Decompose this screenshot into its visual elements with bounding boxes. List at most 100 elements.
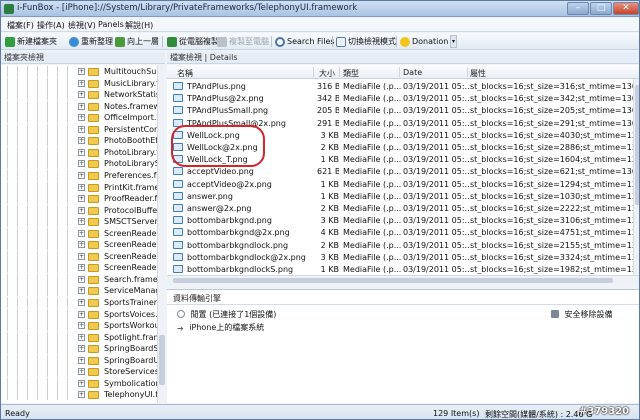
file-list-hscrollbar[interactable] <box>167 275 639 285</box>
file-row[interactable]: TPAndPlusSmall.png 205 B MediaFile (.p... 0… <box>167 104 633 116</box>
expand-icon[interactable]: + <box>78 287 85 295</box>
tree-item[interactable]: + OfficeImport.fr <box>1 112 164 124</box>
tree-item[interactable]: + PhotoBoothEff <box>1 135 164 147</box>
tree-item[interactable]: + PhotoLibrary.fr <box>1 146 164 158</box>
tree-item[interactable]: + SpringBoardSe <box>1 343 164 355</box>
safe-remove-button[interactable]: 安全移除設備 <box>551 309 613 320</box>
switch-view-button[interactable]: 切換檢視模式 <box>336 35 396 48</box>
column-attributes[interactable]: 屬性 <box>470 68 486 79</box>
expand-icon[interactable]: + <box>78 148 85 156</box>
expand-icon[interactable]: + <box>78 125 85 133</box>
expand-icon[interactable]: + <box>78 218 85 226</box>
tree-item[interactable]: + SportsTrainer.fr <box>1 297 164 308</box>
copy-to-pc-button[interactable]: 複製至電腦 <box>217 35 269 48</box>
folder-tree-scrollbar[interactable] <box>157 65 165 403</box>
tree-item[interactable]: + SportsVoices.fr <box>1 308 164 320</box>
tree-item[interactable]: + ProofReader.fr <box>1 193 164 205</box>
expand-icon[interactable]: + <box>78 171 85 179</box>
expand-icon[interactable]: + <box>78 252 85 260</box>
tree-item[interactable]: + ScreenReaderC <box>1 262 164 274</box>
expand-icon[interactable]: + <box>78 275 85 283</box>
tree-item[interactable]: + SMSCTServer.fr <box>1 216 164 228</box>
expand-icon[interactable]: + <box>78 310 85 318</box>
scrollbar-thumb[interactable] <box>159 335 165 385</box>
expand-icon[interactable]: + <box>78 79 85 87</box>
expand-icon[interactable]: + <box>78 391 85 399</box>
tree-item[interactable]: + Symbolication.f <box>1 377 164 389</box>
tree-item[interactable]: + PrintKit.framew <box>1 181 164 193</box>
expand-icon[interactable]: + <box>78 379 85 387</box>
expand-icon[interactable]: + <box>78 356 85 364</box>
expand-icon[interactable]: + <box>78 345 85 353</box>
expand-icon[interactable]: + <box>78 160 85 168</box>
tree-item[interactable]: + MultitouchSup <box>1 66 164 77</box>
expand-icon[interactable]: + <box>78 333 85 341</box>
expand-icon[interactable]: + <box>78 368 85 376</box>
menu-panels[interactable]: Panels <box>98 20 124 29</box>
device-filesystem-item[interactable]: ➔ iPhone上的檔案系統 <box>177 322 264 333</box>
expand-icon[interactable]: + <box>78 91 85 99</box>
tree-item[interactable]: + PersistentConn <box>1 123 164 135</box>
toolbar-overflow-chevron-icon[interactable]: ▾ <box>450 35 457 48</box>
tree-item[interactable]: + ProtocolBuffer. <box>1 204 164 216</box>
tree-item[interactable]: + Search.framew <box>1 273 164 285</box>
tree-item[interactable]: + TelephonyUI.fr <box>1 389 164 401</box>
file-row[interactable]: answer@2x.png 2 KB MediaFile (.p... 03/19/2… <box>167 202 633 214</box>
file-row[interactable]: acceptVideo.png 621 B MediaFile (.p... 03/1… <box>167 165 633 177</box>
tree-item[interactable]: + SportsWorkout <box>1 320 164 332</box>
minimize-button[interactable]: – <box>567 2 589 15</box>
tree-item[interactable]: + StoreServices.f <box>1 366 164 378</box>
column-size[interactable]: 大小 <box>319 68 335 79</box>
up-level-button[interactable]: 向上一層 <box>115 35 159 48</box>
expand-icon[interactable]: + <box>78 102 85 110</box>
new-folder-button[interactable]: 新建檔案夾 <box>5 35 57 48</box>
donation-button[interactable]: Donation <box>400 35 448 48</box>
menu-help[interactable]: 解說(H) <box>125 20 153 31</box>
refresh-button[interactable]: 重新整理 <box>69 35 113 48</box>
file-row[interactable]: answer.png 1 KB MediaFile (.p... 03/19/2011… <box>167 190 633 202</box>
expand-icon[interactable]: + <box>78 68 85 75</box>
tree-item[interactable]: + Preferences.fra <box>1 169 164 181</box>
tree-item[interactable]: + ScreenReaderC <box>1 239 164 251</box>
expand-icon[interactable]: + <box>78 206 85 214</box>
file-row[interactable]: bottombarbkgnd@2x.png 4 KB MediaFile (.p..… <box>167 226 633 238</box>
file-row[interactable]: bottombarbkgndlockS.png 1 KB MediaFile (.p… <box>167 263 633 275</box>
expand-icon[interactable]: + <box>78 137 85 145</box>
copy-from-pc-button[interactable]: 從電腦複製 <box>167 35 219 48</box>
tree-item[interactable]: + SpringBoardUI <box>1 354 164 366</box>
file-row[interactable]: TPAndPlus.png 316 B MediaFile (.p... 03/19/… <box>167 80 633 92</box>
tree-item[interactable]: + ScreenReaderC <box>1 250 164 262</box>
tree-item[interactable]: + Notes.framewo <box>1 100 164 112</box>
file-list-scrollbar[interactable] <box>633 79 639 275</box>
expand-icon[interactable]: + <box>78 241 85 249</box>
scrollbar-thumb[interactable] <box>635 85 639 205</box>
file-row[interactable]: bottombarbkgndlock.png 2 KB MediaFile (.p.… <box>167 239 633 251</box>
close-button[interactable]: ✕ <box>613 2 639 15</box>
expand-icon[interactable]: + <box>78 183 85 191</box>
maximize-button[interactable]: □ <box>590 2 612 15</box>
expand-icon[interactable]: + <box>78 195 85 203</box>
tree-item[interactable]: + MusicLibrary.fr <box>1 77 164 89</box>
tree-item[interactable]: + ScreenReaderB <box>1 227 164 239</box>
column-type[interactable]: 類型 <box>343 68 359 79</box>
file-row[interactable]: bottombarbkgnd.png 3 KB MediaFile (.p... 03… <box>167 214 633 226</box>
file-row[interactable]: TPAndPlus@2x.png 342 B MediaFile (.p... 03/… <box>167 92 633 104</box>
tree-item[interactable]: + NetworkStatisti <box>1 89 164 101</box>
column-name[interactable]: 名稱 <box>177 68 193 79</box>
expand-icon[interactable]: + <box>78 114 85 122</box>
expand-icon[interactable]: + <box>78 322 85 330</box>
expand-icon[interactable]: + <box>78 229 85 237</box>
expand-icon[interactable]: + <box>78 299 85 306</box>
expand-icon[interactable]: + <box>78 264 85 272</box>
file-row[interactable]: acceptVideo@2x.png 1 KB MediaFile (.p... 03… <box>167 178 633 190</box>
tree-item[interactable]: + ServiceManage <box>1 285 164 297</box>
column-date[interactable]: Date <box>403 68 422 77</box>
menu-file[interactable]: 檔案(F) <box>7 20 34 31</box>
menu-view[interactable]: 檢視(V) <box>68 20 96 31</box>
tree-item[interactable]: + PhotoLibrarySe <box>1 158 164 170</box>
tree-item[interactable]: + Spotlight.frame <box>1 331 164 343</box>
scrollbar-thumb[interactable] <box>173 278 613 283</box>
search-files-button[interactable]: Search Files <box>275 35 335 48</box>
file-row[interactable]: bottombarbkgndlock@2x.png 3 KB MediaFile (… <box>167 251 633 263</box>
menu-operate[interactable]: 操作(A) <box>37 20 65 31</box>
